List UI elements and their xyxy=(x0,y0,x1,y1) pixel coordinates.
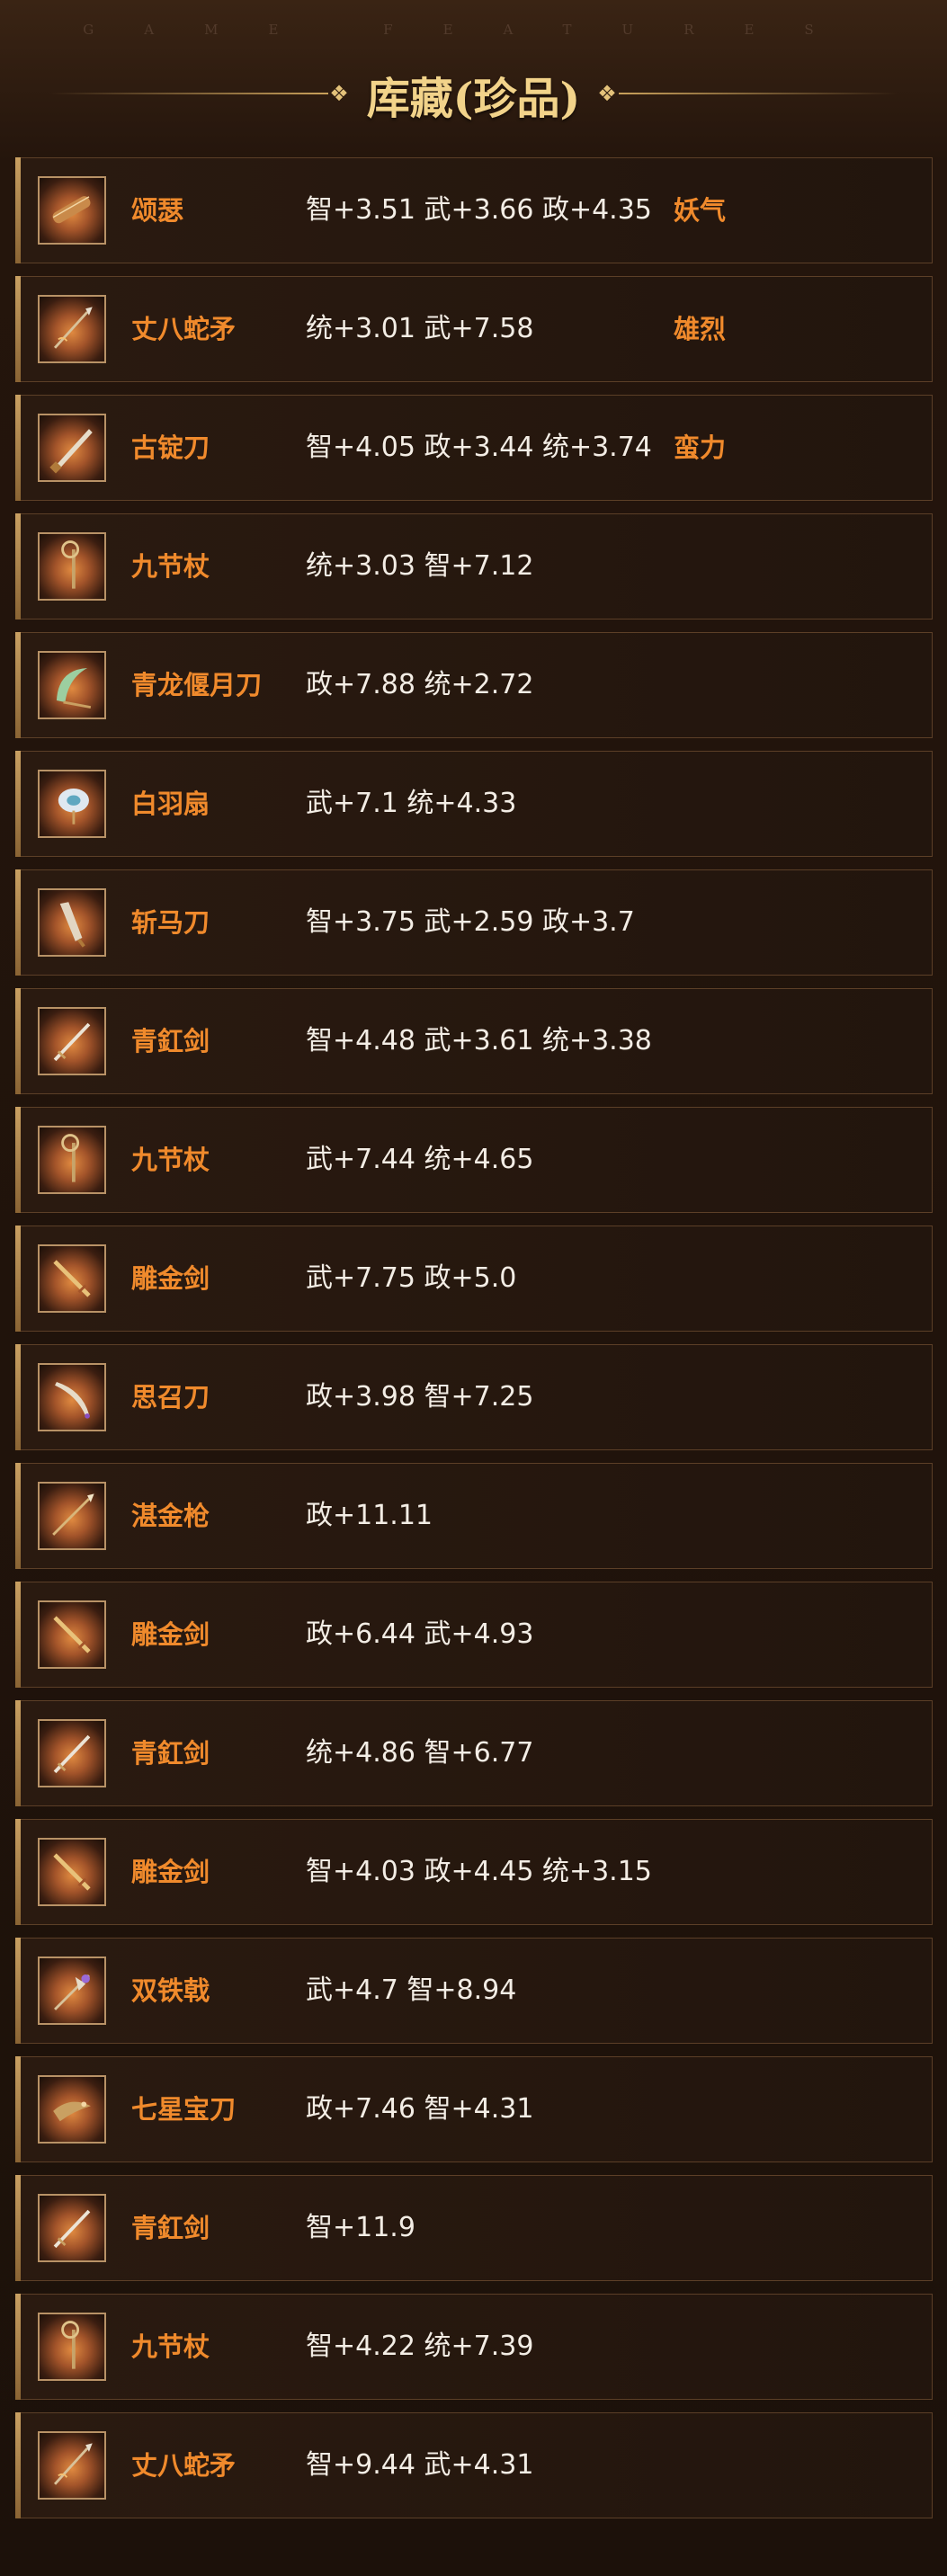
item-name: 雕金剑 xyxy=(131,1857,210,1887)
item-name: 雕金剑 xyxy=(131,1619,210,1650)
item-trait: 蛮力 xyxy=(674,432,727,463)
saber-icon xyxy=(38,414,106,482)
item-stats: 政+7.88 统+2.72 xyxy=(306,669,534,700)
sword-icon xyxy=(38,1719,106,1787)
item-name: 丈八蛇矛 xyxy=(131,314,237,344)
item-name: 青釭剑 xyxy=(131,1738,210,1769)
header-watermark: GAME FEATURES xyxy=(83,22,864,38)
item-name: 丈八蛇矛 xyxy=(131,2450,237,2481)
treasure-row[interactable]: 颂瑟 智+3.51 武+3.66 政+4.35 妖气 xyxy=(15,157,933,263)
serpent-spear-icon xyxy=(38,2431,106,2500)
item-name: 颂瑟 xyxy=(131,195,184,226)
item-name: 青龙偃月刀 xyxy=(131,670,263,700)
spear-icon xyxy=(38,1482,106,1550)
item-stats: 智+4.48 武+3.61 统+3.38 xyxy=(306,1025,652,1056)
treasure-row[interactable]: 青釭剑 智+4.48 武+3.61 统+3.38 xyxy=(15,988,933,1094)
item-name: 九节杖 xyxy=(131,551,210,582)
item-stats: 政+11.11 xyxy=(306,1500,433,1531)
serpent-spear-icon xyxy=(38,295,106,363)
title-divider-right xyxy=(619,93,898,94)
item-name: 白羽扇 xyxy=(131,789,210,819)
treasure-row[interactable]: 雕金剑 武+7.75 政+5.0 xyxy=(15,1226,933,1332)
dragon-blade-icon xyxy=(38,2075,106,2144)
curved-blade-icon xyxy=(38,1363,106,1431)
item-stats: 智+3.51 武+3.66 政+4.35 xyxy=(306,194,652,226)
crescent-blade-icon xyxy=(38,651,106,719)
treasure-row[interactable]: 白羽扇 武+7.1 统+4.33 xyxy=(15,751,933,857)
ornament-right-icon: ❖ xyxy=(597,81,617,106)
treasure-row[interactable]: 青釭剑 统+4.86 智+6.77 xyxy=(15,1700,933,1806)
golden-sword-icon xyxy=(38,1244,106,1313)
broad-blade-icon xyxy=(38,888,106,957)
item-name: 古锭刀 xyxy=(131,432,210,463)
item-stats: 武+7.75 政+5.0 xyxy=(306,1262,517,1294)
treasure-row[interactable]: 思召刀 政+3.98 智+7.25 xyxy=(15,1344,933,1450)
item-trait: 妖气 xyxy=(674,195,727,226)
page-title: 库藏(珍品) xyxy=(366,74,581,124)
item-stats: 统+4.86 智+6.77 xyxy=(306,1737,534,1769)
item-name: 青釭剑 xyxy=(131,2213,210,2243)
treasure-row[interactable]: 丈八蛇矛 智+9.44 武+4.31 xyxy=(15,2412,933,2518)
golden-sword-icon xyxy=(38,1838,106,1906)
golden-sword-icon xyxy=(38,1600,106,1669)
item-stats: 智+9.44 武+4.31 xyxy=(306,2449,534,2481)
treasure-row[interactable]: 九节杖 武+7.44 统+4.65 xyxy=(15,1107,933,1213)
item-name: 斩马刀 xyxy=(131,907,210,938)
item-name: 思召刀 xyxy=(131,1382,210,1413)
item-stats: 政+6.44 武+4.93 xyxy=(306,1618,534,1650)
item-stats: 统+3.01 武+7.58 xyxy=(306,313,534,344)
treasure-row[interactable]: 七星宝刀 政+7.46 智+4.31 xyxy=(15,2056,933,2162)
treasure-row[interactable]: 双铁戟 武+4.7 智+8.94 xyxy=(15,1938,933,2044)
treasure-row[interactable]: 九节杖 智+4.22 统+7.39 xyxy=(15,2294,933,2400)
treasure-row[interactable]: 斩马刀 智+3.75 武+2.59 政+3.7 xyxy=(15,869,933,976)
item-stats: 智+4.22 统+7.39 xyxy=(306,2331,534,2362)
item-stats: 统+3.03 智+7.12 xyxy=(306,550,534,582)
treasure-row[interactable]: 雕金剑 政+6.44 武+4.93 xyxy=(15,1582,933,1688)
staff-icon xyxy=(38,532,106,601)
item-stats: 智+3.75 武+2.59 政+3.7 xyxy=(306,906,635,938)
item-name: 青釭剑 xyxy=(131,1026,210,1056)
header: GAME FEATURES ❖ 库藏(珍品) ❖ xyxy=(0,0,947,153)
treasure-row[interactable]: 古锭刀 智+4.05 政+3.44 统+3.74 蛮力 xyxy=(15,395,933,501)
staff-icon xyxy=(38,1126,106,1194)
sword-icon xyxy=(38,2194,106,2262)
item-stats: 武+7.44 统+4.65 xyxy=(306,1144,534,1175)
item-stats: 智+11.9 xyxy=(306,2212,415,2243)
item-stats: 政+3.98 智+7.25 xyxy=(306,1381,534,1413)
item-trait: 雄烈 xyxy=(674,314,727,344)
item-name: 七星宝刀 xyxy=(131,2094,237,2125)
staff-icon xyxy=(38,2313,106,2381)
item-name: 九节杖 xyxy=(131,1145,210,1175)
item-stats: 武+7.1 统+4.33 xyxy=(306,788,517,819)
item-stats: 政+7.46 智+4.31 xyxy=(306,2093,534,2125)
treasure-row[interactable]: 青釭剑 智+11.9 xyxy=(15,2175,933,2281)
treasure-row[interactable]: 青龙偃月刀 政+7.88 统+2.72 xyxy=(15,632,933,738)
halberd-icon xyxy=(38,1957,106,2025)
treasure-row[interactable]: 湛金枪 政+11.11 xyxy=(15,1463,933,1569)
treasure-row[interactable]: 丈八蛇矛 统+3.01 武+7.58 雄烈 xyxy=(15,276,933,382)
treasure-row[interactable]: 九节杖 统+3.03 智+7.12 xyxy=(15,513,933,619)
item-name: 双铁戟 xyxy=(131,1975,210,2006)
treasure-row[interactable]: 雕金剑 智+4.03 政+4.45 统+3.15 xyxy=(15,1819,933,1925)
item-name: 九节杖 xyxy=(131,2331,210,2362)
sword-icon xyxy=(38,1007,106,1075)
item-stats: 智+4.03 政+4.45 统+3.15 xyxy=(306,1856,652,1887)
qin-instrument-icon xyxy=(38,176,106,245)
item-stats: 武+4.7 智+8.94 xyxy=(306,1974,517,2006)
feather-fan-icon xyxy=(38,770,106,838)
item-name: 雕金剑 xyxy=(131,1263,210,1294)
item-stats: 智+4.05 政+3.44 统+3.74 xyxy=(306,432,652,463)
treasure-list: 颂瑟 智+3.51 武+3.66 政+4.35 妖气丈八蛇矛 统+3.01 武+7.5… xyxy=(15,157,933,2531)
item-name: 湛金枪 xyxy=(131,1501,210,1531)
